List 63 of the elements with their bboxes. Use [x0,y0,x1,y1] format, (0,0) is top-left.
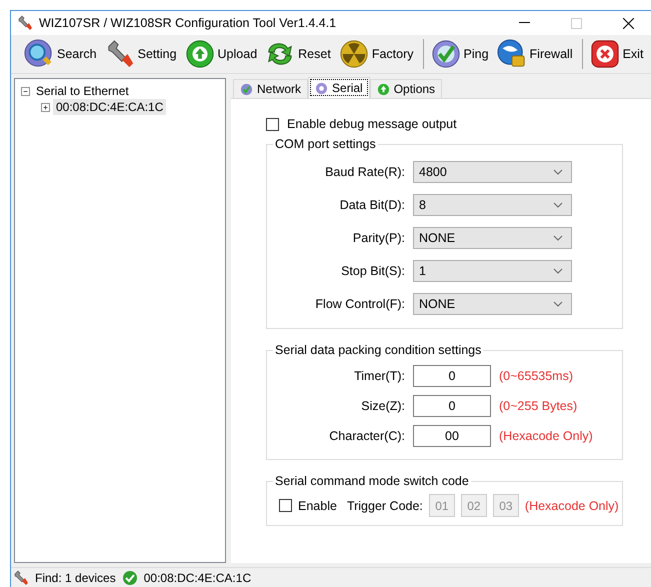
tab[interactable]: Options [370,79,442,98]
globe-lock-icon [496,39,527,69]
expand-icon[interactable] [41,102,50,112]
field-label: Character(C): [328,429,405,443]
check-circle-icon [122,570,138,586]
toolbar-button[interactable]: Upload [182,37,260,71]
checkbox-label: Enable [298,498,337,512]
tree-item[interactable]: Serial to Ethernet [33,83,132,99]
checkmark-icon [240,82,253,96]
input-field[interactable]: 0 [413,365,491,387]
caret-icon [553,202,563,208]
tree-item[interactable]: 00:08:DC:4E:CA:1C [53,99,166,115]
field-label: Stop Bit(S): [340,264,405,278]
hint-text: (Hexacode Only) [524,498,619,512]
hint-text: (0~255 Bytes) [499,399,578,413]
toolbar-button[interactable]: Ping [428,37,492,71]
close-icon[interactable] [622,18,634,28]
toolbar-button[interactable]: Exit [586,37,646,71]
tab[interactable]: Network [233,79,308,98]
tab[interactable]: Serial [308,77,370,98]
group-title: Serial command mode switch code [274,474,470,488]
close-icon [590,39,620,69]
toolbar-button[interactable]: Setting [102,37,180,71]
hint-text: (Hexacode Only) [499,429,594,443]
status-text: Find: 1 devices [35,571,116,585]
field-label: Parity(P): [352,230,405,244]
status-text: 00:08:DC:4E:CA:1C [144,571,252,585]
field-label: Timer(T): [353,369,405,383]
toolbar-button[interactable]: Search [21,37,100,71]
dropdown[interactable]: 4800 [413,160,572,182]
input-field[interactable]: 00 [413,425,491,447]
input-field[interactable]: 0 [413,395,491,417]
field-label: Flow Control(F): [314,296,405,310]
collapse-icon[interactable] [21,86,30,96]
checkbox[interactable] [279,499,292,512]
dropdown[interactable]: 8 [413,194,572,216]
dropdown[interactable]: NONE [413,292,572,314]
window-title: WIZ107SR / WIZ108SR Configuration Tool Ver1.4.4.1 [39,16,338,30]
field-label: Trigger Code: [346,498,423,512]
checkmark-icon [430,39,460,69]
wrench-icon [17,15,33,31]
caret-icon [553,234,563,240]
toolbar-button[interactable]: Factory [336,37,416,71]
field-label: Baud Rate(R): [324,164,405,178]
field-label: Data Bit(D): [338,198,405,212]
minimize-icon[interactable] [518,22,530,24]
dropdown[interactable]: NONE [413,226,572,248]
magnifier-icon [24,39,54,69]
checkbox[interactable] [266,118,279,130]
caret-icon [553,268,563,274]
caret-icon [553,300,563,306]
group-title: Serial data packing condition settings [274,343,482,357]
toolbar-button[interactable]: Reset [262,37,334,71]
field-label: Size(Z): [360,399,405,413]
disc-icon [315,82,328,94]
dropdown[interactable]: 1 [413,260,572,282]
caret-icon [553,168,563,174]
wrench-icon [13,570,29,586]
hint-text: (0~65535ms) [499,369,574,383]
group-title: COM port settings [274,137,377,151]
toolbar-button[interactable]: Firewall [494,37,576,71]
checkbox-label: Enable debug message output [287,117,457,131]
radiation-icon [338,39,369,69]
